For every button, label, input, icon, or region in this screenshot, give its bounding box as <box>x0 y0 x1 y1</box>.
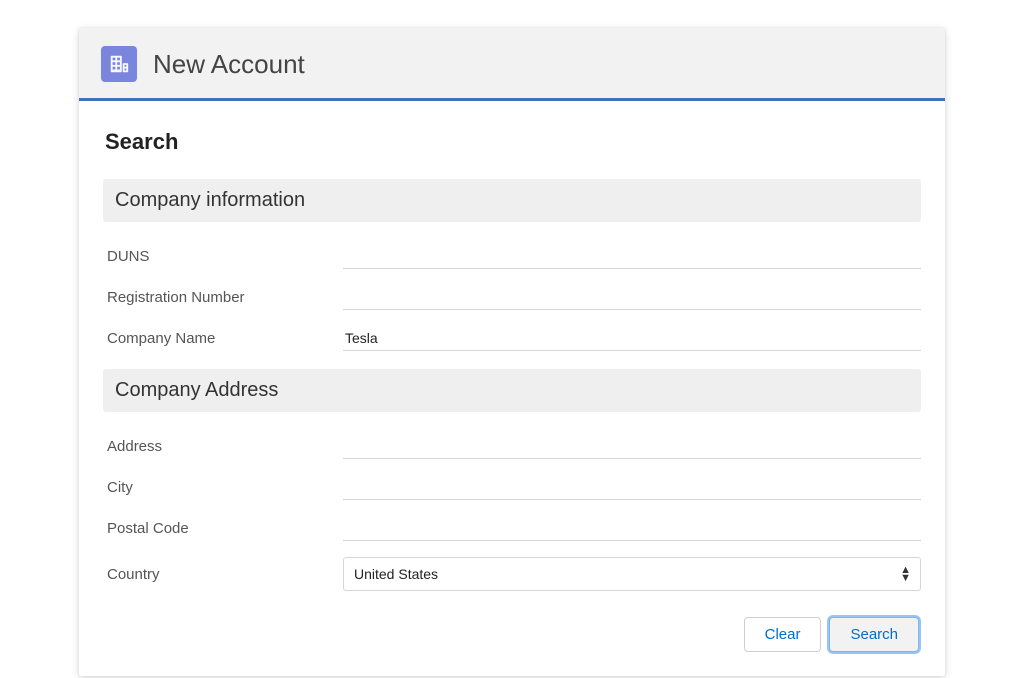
search-heading: Search <box>103 129 921 155</box>
row-postal-code: Postal Code <box>103 508 921 549</box>
page-title: New Account <box>153 49 305 80</box>
row-address: Address <box>103 426 921 467</box>
label-address: Address <box>103 438 343 455</box>
input-duns[interactable] <box>343 244 921 269</box>
row-reg-number: Registration Number <box>103 277 921 318</box>
row-country: Country United States ▲▼ <box>103 549 921 599</box>
label-company-name: Company Name <box>103 330 343 347</box>
input-city[interactable] <box>343 475 921 500</box>
label-reg-number: Registration Number <box>103 289 343 306</box>
actions-row: Clear Search <box>103 617 921 652</box>
label-city: City <box>103 479 343 496</box>
clear-button[interactable]: Clear <box>744 617 822 652</box>
row-company-name: Company Name <box>103 318 921 359</box>
section-company-info: Company information <box>103 179 921 222</box>
search-button[interactable]: Search <box>829 617 919 652</box>
select-country[interactable]: United States <box>343 557 921 591</box>
card-body: Search Company information DUNS Registra… <box>79 101 945 676</box>
label-postal-code: Postal Code <box>103 520 343 537</box>
label-duns: DUNS <box>103 248 343 265</box>
input-postal-code[interactable] <box>343 516 921 541</box>
label-country: Country <box>103 566 343 583</box>
card-header: New Account <box>79 28 945 101</box>
building-icon <box>101 46 137 82</box>
input-reg-number[interactable] <box>343 285 921 310</box>
input-company-name[interactable] <box>343 326 921 351</box>
section-company-address: Company Address <box>103 369 921 412</box>
input-address[interactable] <box>343 434 921 459</box>
new-account-card: New Account Search Company information D… <box>79 28 945 676</box>
row-city: City <box>103 467 921 508</box>
row-duns: DUNS <box>103 236 921 277</box>
